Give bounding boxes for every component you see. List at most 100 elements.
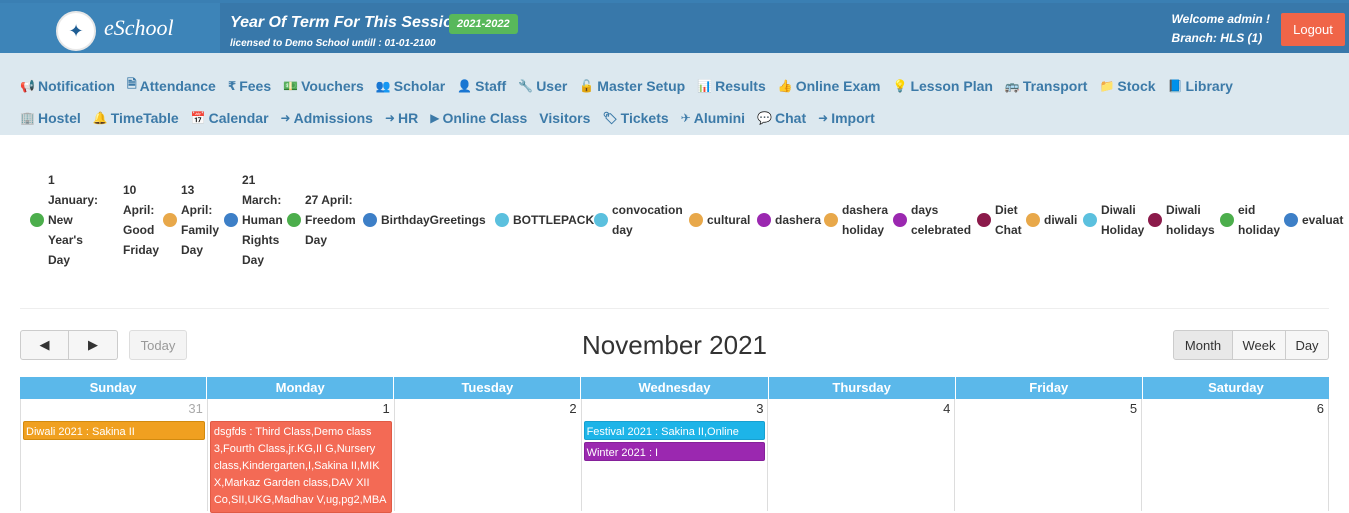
nav-item-visitors[interactable]: Visitors bbox=[539, 110, 590, 126]
nav-item-notification[interactable]: 📢 Notification bbox=[20, 75, 115, 96]
nav-item-hostel[interactable]: 🏢 Hostel bbox=[20, 110, 81, 126]
day-number: 4 bbox=[943, 401, 951, 416]
day-cell[interactable]: 2 bbox=[395, 399, 582, 511]
legend-label: 10 April: Good Friday bbox=[123, 180, 159, 260]
welcome-block: Welcome admin ! Branch: HLS (1) bbox=[1172, 10, 1270, 48]
day-header-wednesday: Wednesday bbox=[581, 377, 769, 399]
divider bbox=[20, 308, 1329, 309]
nav-row-2: 🏢 Hostel 🔔 TimeTable 📅 Calendar ➜ Admissions ➜ HR… bbox=[20, 110, 875, 126]
nav-item-online-class[interactable]: ▶ Online Class bbox=[430, 110, 527, 126]
legend-color-dot bbox=[287, 213, 301, 227]
legend-label-line: New bbox=[48, 213, 73, 227]
calendar-event[interactable]: dsgfds : Third Class,Demo class 3,Fourth… bbox=[209, 421, 392, 513]
nav-item-label: Scholar bbox=[393, 77, 446, 94]
day-number: 1 bbox=[382, 401, 390, 416]
day-cell[interactable]: 1 dsgfds : Third Class,Demo class 3,Four… bbox=[208, 399, 395, 513]
day-cell[interactable]: 3 Festival 2021 : Sakina II,Online Winte… bbox=[582, 399, 769, 511]
legend-label-line: celebrated bbox=[911, 223, 972, 237]
nav-item-import[interactable]: ➜ Import bbox=[818, 110, 875, 126]
branch-text: Branch: HLS (1) bbox=[1171, 31, 1263, 45]
logout-button[interactable]: Logout bbox=[1281, 13, 1345, 46]
nav-item-label: Hostel bbox=[37, 110, 81, 126]
legend-label: Diet Chat bbox=[995, 200, 1022, 240]
nav-item-vouchers[interactable]: 💵 Vouchers bbox=[283, 75, 364, 96]
legend-label-line: April: bbox=[181, 203, 213, 217]
calendar-icon: 📅 bbox=[190, 111, 206, 125]
logo-area[interactable]: ✦ eSchool bbox=[0, 3, 220, 56]
day-view-button[interactable]: Day bbox=[1286, 330, 1329, 360]
thumbs-up-icon: 👍 bbox=[777, 78, 793, 93]
file-icon: 🗎 bbox=[126, 77, 137, 91]
legend-color-dot bbox=[105, 213, 119, 227]
nav-item-label: Transport bbox=[1022, 77, 1088, 94]
nav-item-label: User bbox=[536, 77, 568, 94]
day-cell[interactable]: 4 bbox=[768, 399, 956, 511]
nav-item-hr[interactable]: ➜ HR bbox=[385, 110, 418, 126]
plane-icon: ✈ bbox=[680, 111, 691, 125]
calendar-event[interactable]: Diwali 2021 : Sakina II bbox=[23, 421, 205, 440]
legend-label-line: day bbox=[612, 223, 633, 237]
legend-label-line: 10 bbox=[123, 183, 137, 197]
legend-item: 10 April: Good Friday bbox=[105, 180, 159, 260]
nav-item-staff[interactable]: 👤 Staff bbox=[457, 75, 506, 96]
week-view-button[interactable]: Week bbox=[1233, 330, 1286, 360]
legend-label-line: Day bbox=[305, 233, 328, 247]
month-view-button[interactable]: Month bbox=[1173, 330, 1233, 360]
nav-item-attendance[interactable]: 🗎 Attendance bbox=[127, 75, 216, 96]
tag-icon: 🏷 bbox=[602, 111, 618, 125]
legend-label-line: Good bbox=[123, 223, 155, 237]
legend-color-dot bbox=[30, 213, 44, 227]
legend-item: convocation day bbox=[594, 200, 683, 240]
nav-item-library[interactable]: 📘 Library bbox=[1168, 75, 1233, 96]
nav-item-transport[interactable]: 🚌 Transport bbox=[1005, 75, 1088, 96]
legend-label: dashera bbox=[775, 210, 821, 230]
nav-item-label: Master Setup bbox=[597, 77, 686, 94]
legend-label: eid holiday bbox=[1238, 200, 1280, 240]
nav-item-label: Library bbox=[1185, 77, 1233, 94]
main-nav: 📢 Notification 🗎 Attendance ₹ Fees 💵 Vouchers 👥 S… bbox=[0, 53, 1349, 135]
legend-color-dot bbox=[757, 213, 771, 227]
bus-icon: 🚌 bbox=[1004, 78, 1020, 93]
legend-color-dot bbox=[594, 213, 608, 227]
legend-color-dot bbox=[1284, 213, 1298, 227]
day-cell[interactable]: 31 Diwali 2021 : Sakina II bbox=[21, 399, 208, 511]
legend-item: dashera holiday bbox=[824, 200, 888, 240]
nav-item-chat[interactable]: 💬 Chat bbox=[757, 110, 806, 126]
day-cell[interactable]: 6 bbox=[1142, 399, 1330, 511]
legend-item: 21 March: Human Rights Day bbox=[224, 170, 283, 270]
legend-label-line: January: bbox=[48, 193, 99, 207]
legend-label-line: dashera bbox=[842, 203, 889, 217]
nav-item-scholar[interactable]: 👥 Scholar bbox=[376, 75, 445, 96]
legend-label: days celebrated bbox=[911, 200, 971, 240]
nav-item-results[interactable]: 📊 Results bbox=[697, 75, 766, 96]
nav-item-timetable[interactable]: 🔔 TimeTable bbox=[93, 110, 179, 126]
nav-item-stock[interactable]: 📁 Stock bbox=[1099, 75, 1155, 96]
nav-item-calendar[interactable]: 📅 Calendar bbox=[191, 110, 269, 126]
users-icon: 👥 bbox=[375, 78, 391, 93]
nav-item-alumini[interactable]: ✈ Alumini bbox=[681, 110, 745, 126]
day-header-monday: Monday bbox=[207, 377, 395, 399]
school-logo-icon: ✦ bbox=[56, 11, 96, 51]
nav-item-fees[interactable]: ₹ Fees bbox=[228, 75, 271, 96]
wrench-icon: 🔧 bbox=[518, 78, 534, 93]
nav-item-user[interactable]: 🔧 User bbox=[518, 75, 567, 96]
nav-item-tickets[interactable]: 🏷 Tickets bbox=[602, 110, 668, 126]
legend-color-dot bbox=[689, 213, 703, 227]
calendar-event[interactable]: Winter 2021 : I bbox=[583, 442, 766, 461]
day-header-thursday: Thursday bbox=[769, 377, 956, 399]
event-type-legend: 1 January: New Year's Day 10 April: Good Friday 1… bbox=[30, 170, 1349, 270]
calendar-event[interactable]: Festival 2021 : Sakina II,Online bbox=[583, 421, 766, 440]
nav-item-label: Alumini bbox=[693, 110, 746, 126]
legend-item: 1 January: New Year's Day bbox=[30, 170, 98, 270]
legend-item: Diwali Holiday bbox=[1083, 200, 1144, 240]
nav-item-online-exam[interactable]: 👍 Online Exam bbox=[778, 75, 881, 96]
day-cell[interactable]: 5 bbox=[955, 399, 1143, 511]
legend-label-line: Holiday bbox=[1101, 223, 1145, 237]
nav-item-master-setup[interactable]: 🔓 Master Setup bbox=[579, 75, 685, 96]
nav-item-admissions[interactable]: ➜ Admissions bbox=[281, 110, 373, 126]
legend-label: diwali bbox=[1044, 210, 1077, 230]
nav-item-lesson-plan[interactable]: 💡 Lesson Plan bbox=[893, 75, 993, 96]
bell-icon: 🔔 bbox=[92, 111, 108, 125]
nav-item-label: Admissions bbox=[293, 110, 373, 126]
legend-label: BirthdayGreetings bbox=[381, 210, 486, 230]
